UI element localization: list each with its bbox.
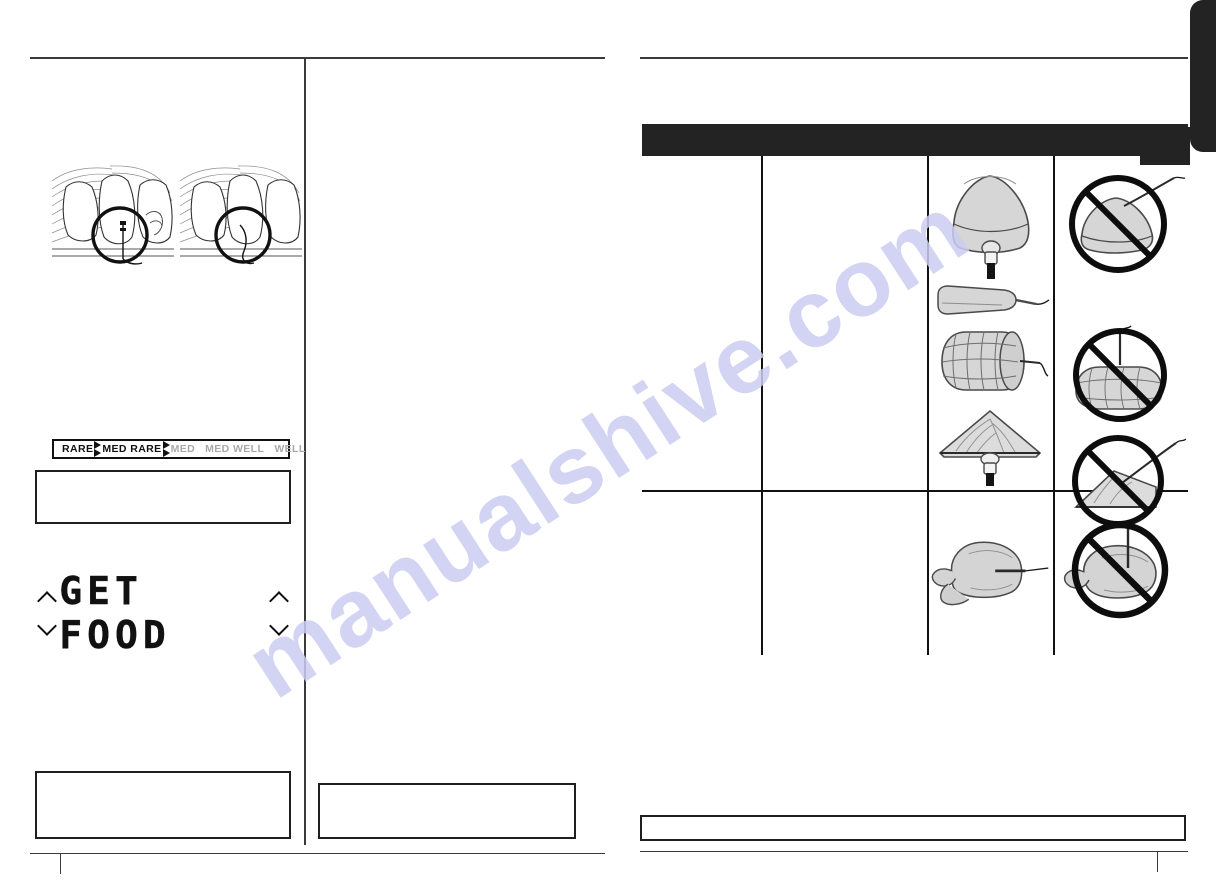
chevron-up-icon-left[interactable] <box>39 594 55 603</box>
roast-probe-too-shallow-prohibited-icon <box>1068 175 1185 273</box>
table-header-bar <box>642 124 1188 156</box>
lcd-readout-text: GET FOOD <box>59 569 171 657</box>
doneness-segment-med[interactable]: MED <box>171 444 196 455</box>
right-page-bottom-rule <box>640 851 1188 853</box>
fish-fillet-probe-inserted-center-icon <box>938 409 1041 486</box>
roast-triangular-probe-inserted-center-icon <box>951 175 1030 279</box>
table-row <box>929 514 1052 624</box>
left-arrow-pair[interactable] <box>35 594 59 632</box>
table-row <box>1055 510 1188 622</box>
chevron-down-icon-left[interactable] <box>39 623 55 632</box>
left-page-top-rule <box>30 57 605 59</box>
table-row <box>929 162 1052 282</box>
note-box-bottom-right <box>640 815 1186 841</box>
right-page-top-rule <box>640 57 1188 59</box>
doneness-caret-icon-1 <box>93 441 102 457</box>
section-thumb-tab-extension <box>1140 127 1190 165</box>
note-box-lower-right <box>318 783 576 839</box>
doneness-segment-med-rare[interactable]: MED RARE <box>102 444 161 455</box>
doneness-level-bar[interactable]: RARE MED RARE MED MED WELL WELL <box>52 439 305 459</box>
left-page-footer-tick <box>60 854 62 874</box>
note-box-upper <box>35 470 291 524</box>
doneness-segment-rare[interactable]: RARE <box>62 444 93 455</box>
table-row <box>1055 322 1188 426</box>
right-arrow-pair[interactable] <box>267 594 291 632</box>
doneness-segment-well[interactable]: WELL <box>274 444 305 455</box>
chevron-down-icon-right[interactable] <box>271 623 287 632</box>
lcd-control-display: GET FOOD <box>35 569 291 657</box>
table-col-divider-1 <box>761 156 763 655</box>
steaks-on-grill-illustration <box>50 163 302 269</box>
section-thumb-tab[interactable] <box>1190 0 1216 152</box>
whole-poultry-probe-vertical-prohibited-icon <box>1063 517 1168 619</box>
probe-placement-table <box>642 156 1188 655</box>
manual-page-spread: manualshive.com RARE MED RARE MED MED WE… <box>0 0 1216 893</box>
doneness-caret-icon-2 <box>162 441 171 457</box>
table-row <box>1055 164 1188 276</box>
table-row <box>929 402 1052 488</box>
right-page-footer-tick <box>1157 852 1159 872</box>
whole-poultry-probe-in-breast-icon <box>931 541 1049 606</box>
table-row <box>929 316 1052 406</box>
chevron-up-icon-right[interactable] <box>271 594 287 603</box>
netted-roast-probe-top-prohibited-icon <box>1072 325 1167 422</box>
left-page-bottom-rule <box>30 853 605 855</box>
doneness-segment-med-well[interactable]: MED WELL <box>205 444 264 455</box>
rolled-netted-roast-probe-side-icon <box>940 331 1048 391</box>
note-box-lower-left <box>35 771 291 839</box>
